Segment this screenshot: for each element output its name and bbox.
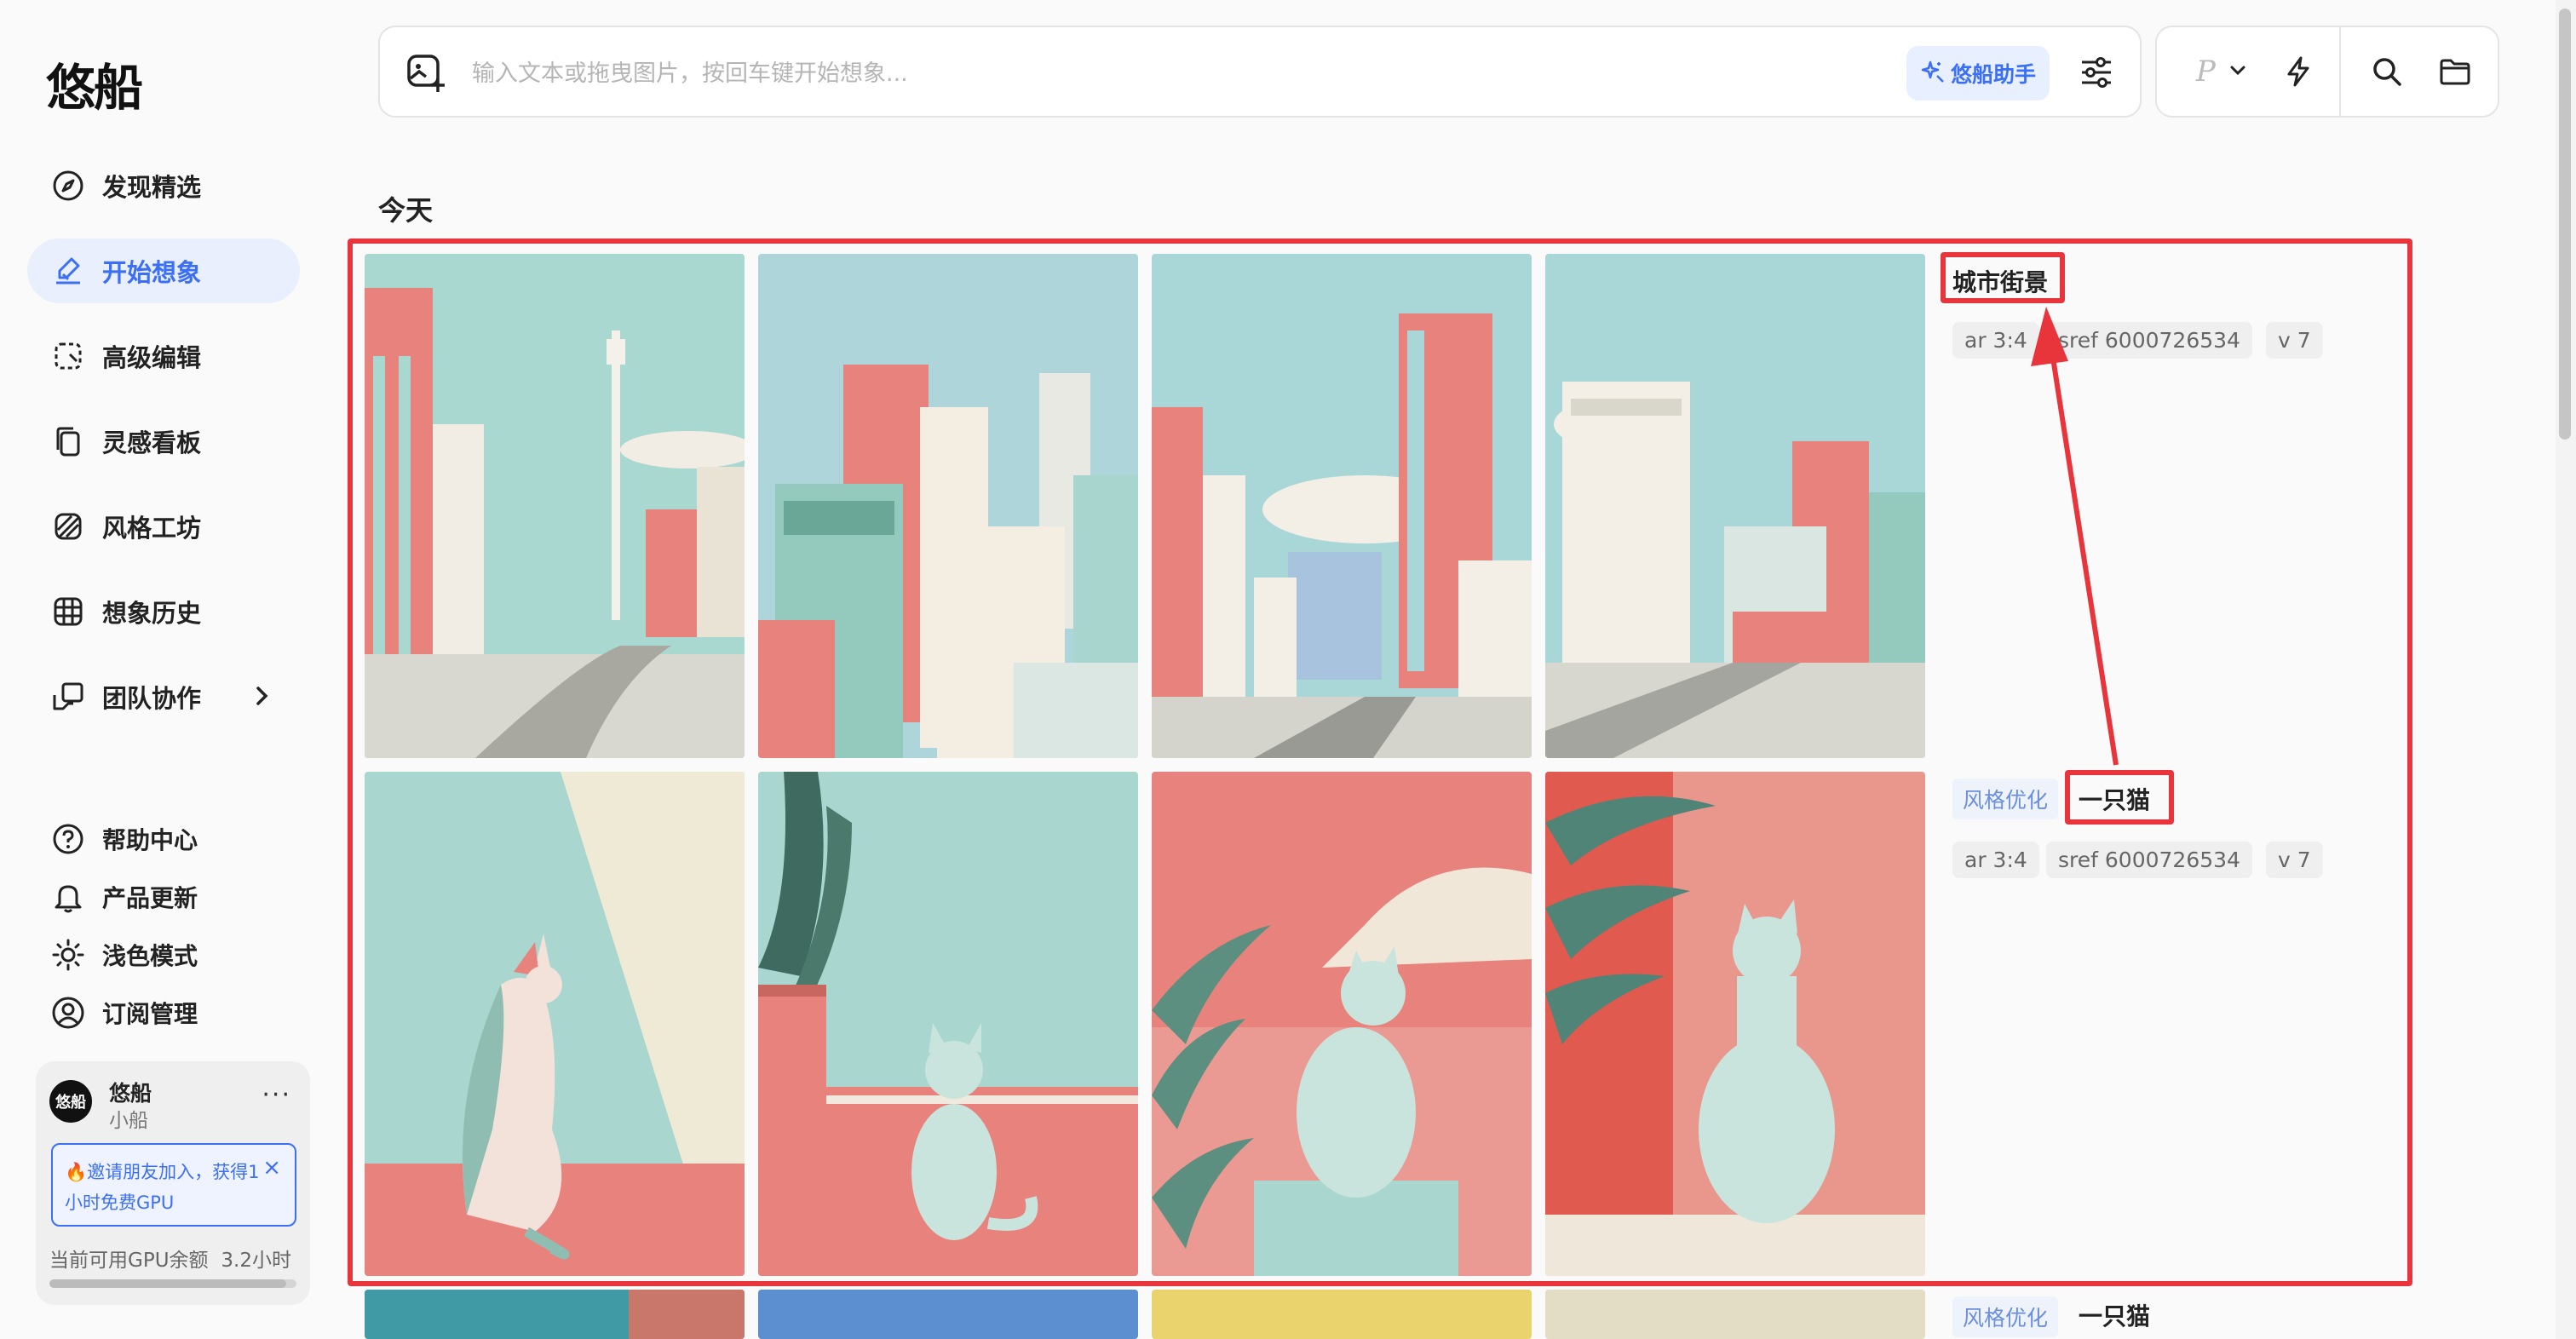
util-label: 产品更新 (102, 884, 198, 912)
settings-sliders-button[interactable] (2073, 51, 2119, 97)
model-letter: P (2196, 55, 2216, 89)
add-image-icon[interactable] (405, 53, 446, 97)
city-street-image-2[interactable] (758, 254, 1138, 758)
prompt-title[interactable]: 一只猫 (2079, 1298, 2150, 1332)
nav-moodboard[interactable]: 灵感看板 (27, 409, 300, 474)
search-button[interactable] (2363, 49, 2411, 97)
nav-history[interactable]: 想象历史 (27, 579, 300, 644)
cat-image-4[interactable] (1545, 772, 1925, 1276)
subscription-link[interactable]: 订阅管理 (49, 991, 198, 1034)
gpu-balance-value: 3.2小时 (221, 1250, 291, 1272)
sun-icon (49, 936, 87, 974)
prompt-title[interactable]: 一只猫 (2079, 782, 2150, 816)
toolbar-right: P (2155, 26, 2499, 118)
nav-discover[interactable]: 发现精选 (27, 153, 300, 218)
app-logo[interactable]: 悠船 (46, 48, 143, 119)
sparkle-icon (1920, 59, 1946, 88)
lightning-icon (2281, 55, 2315, 92)
image-1[interactable] (365, 1290, 745, 1339)
nav-label: 开始想象 (102, 258, 202, 287)
nav-advanced-edit[interactable]: 高级编辑 (27, 324, 300, 388)
light-mode-toggle[interactable]: 浅色模式 (49, 934, 198, 976)
image-3[interactable] (1152, 1290, 1532, 1339)
assistant-label: 悠船助手 (1950, 62, 2036, 87)
sliders-icon (2077, 53, 2116, 95)
grid-icon (49, 593, 87, 630)
chevron-right-icon (249, 683, 274, 712)
param-tag[interactable]: v 7 (2266, 322, 2323, 359)
bell-icon (49, 878, 87, 916)
nav-team[interactable]: 团队协作 (27, 664, 300, 729)
compass-icon (49, 167, 87, 204)
help-circle-icon (49, 820, 87, 858)
image-4[interactable] (1545, 1290, 1925, 1339)
gpu-balance-label: 当前可用GPU余额 (49, 1250, 209, 1272)
gpu-balance-fill (49, 1279, 287, 1288)
user-name: 悠船 (109, 1081, 152, 1106)
toolbar-divider (2339, 27, 2341, 116)
user-circle-icon (49, 994, 87, 1032)
param-tag[interactable]: sref 6000726534 (2046, 322, 2252, 359)
city-street-image-4[interactable] (1545, 254, 1925, 758)
model-selector[interactable]: P (2196, 55, 2248, 89)
style-icon (49, 508, 87, 545)
folder-icon (2438, 55, 2472, 92)
param-tag[interactable]: sref 6000726534 (2046, 842, 2252, 878)
more-options-button[interactable]: ··· (262, 1080, 291, 1110)
app-root: 悠船 发现精选 开始想象 高级编辑 灵感看板 风格工坊 想象历史 团队协作 帮助… (0, 0, 2576, 1339)
nav-style-workshop[interactable]: 风格工坊 (27, 494, 300, 559)
util-label: 帮助中心 (102, 826, 198, 854)
style-optimize-tag[interactable]: 风格优化 (1952, 1296, 2059, 1337)
scrollbar-thumb[interactable] (2559, 9, 2571, 440)
edit-crop-icon (49, 337, 87, 375)
search-icon (2370, 55, 2404, 92)
param-tag[interactable]: ar 3:4 (1952, 842, 2039, 878)
param-tag[interactable]: v 7 (2266, 842, 2323, 878)
nav-label: 风格工坊 (102, 514, 202, 543)
folder-button[interactable] (2431, 49, 2479, 97)
style-optimize-tag[interactable]: 风格优化 (1952, 779, 2059, 819)
util-label: 浅色模式 (102, 942, 198, 970)
image-2[interactable] (758, 1290, 1138, 1339)
invite-banner[interactable]: 🔥邀请朋友加入，获得1小时免费GPU × (51, 1143, 296, 1227)
cards-icon (49, 422, 87, 460)
prompt-title[interactable]: 城市街景 (1952, 264, 2048, 298)
param-tag[interactable]: ar 3:4 (1952, 322, 2039, 359)
product-updates-link[interactable]: 产品更新 (49, 876, 198, 918)
chevron-down-icon (2228, 60, 2248, 83)
sidebar: 悠船 发现精选 开始想象 高级编辑 灵感看板 风格工坊 想象历史 团队协作 帮助… (0, 0, 332, 1339)
invite-text: 🔥邀请朋友加入，获得1小时免费GPU (65, 1162, 260, 1213)
team-icon (49, 678, 87, 715)
cat-image-1[interactable] (365, 772, 745, 1276)
close-icon[interactable]: × (262, 1155, 281, 1181)
help-center-link[interactable]: 帮助中心 (49, 818, 198, 860)
nav-label: 发现精选 (102, 173, 202, 202)
day-heading: 今天 (378, 194, 434, 227)
cat-image-2[interactable] (758, 772, 1138, 1276)
brush-icon (49, 252, 87, 290)
nav-label: 灵感看板 (102, 428, 202, 457)
assistant-button[interactable]: 悠船助手 (1906, 46, 2050, 101)
city-street-image-3[interactable] (1152, 254, 1532, 758)
user-card: 悠船 悠船 小船 ··· 🔥邀请朋友加入，获得1小时免费GPU × 当前可用GP… (36, 1061, 310, 1305)
cat-image-3[interactable] (1152, 772, 1532, 1276)
nav-label: 高级编辑 (102, 343, 202, 372)
city-street-image-1[interactable] (365, 254, 745, 758)
fast-mode-button[interactable] (2274, 49, 2322, 97)
nav-label: 想象历史 (102, 599, 202, 628)
gpu-balance-bar (49, 1279, 296, 1288)
nav-label: 团队协作 (102, 684, 202, 713)
nav-imagine[interactable]: 开始想象 (27, 238, 300, 303)
user-plan: 小船 (109, 1110, 148, 1132)
util-label: 订阅管理 (102, 1000, 198, 1028)
scrollbar[interactable] (2556, 0, 2576, 1339)
prompt-bar: 悠船助手 (378, 26, 2142, 118)
prompt-input[interactable] (472, 55, 1579, 92)
avatar[interactable]: 悠船 (49, 1080, 92, 1123)
